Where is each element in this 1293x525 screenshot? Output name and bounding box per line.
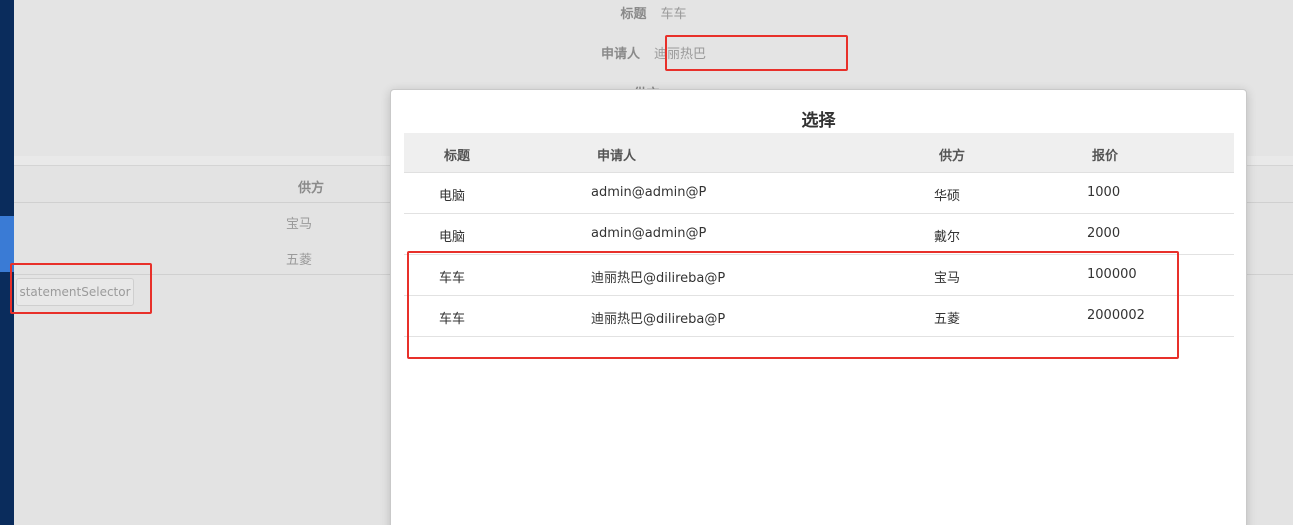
table-row[interactable]: 电脑 admin@admin@P 华硕 1000 [404,173,1234,214]
modal-title: 选择 [801,111,836,131]
cell-price: 2000 [1087,226,1121,241]
title-label: 标题 [620,6,647,22]
grid-header: 标题 申请人 供方 报价 [404,133,1234,173]
cell-title: 电脑 [439,230,466,245]
column-header-applicant[interactable]: 申请人 [597,145,636,164]
cell-title: 电脑 [439,189,466,204]
supplier-cell: 五菱 [286,253,313,268]
title-value: 车车 [660,6,687,22]
supplier-cell: 宝马 [286,217,313,232]
column-header-title[interactable]: 标题 [444,145,470,164]
rows-highlight [407,251,1179,359]
applicant-label: 申请人 [600,46,640,62]
title-row: 标题 车车 [14,0,1293,24]
cell-supplier: 华硕 [934,189,961,204]
button-highlight [10,263,152,314]
cell-applicant: admin@admin@P [591,185,707,200]
applicant-row: 申请人 迪丽热巴 [14,40,1293,64]
table-row[interactable]: 电脑 admin@admin@P 戴尔 2000 [404,214,1234,255]
cell-price: 1000 [1087,185,1121,200]
column-header-supplier[interactable]: 供方 [939,145,965,164]
cell-supplier: 戴尔 [934,230,961,245]
cell-applicant: admin@admin@P [591,226,707,241]
column-header-price[interactable]: 报价 [1092,145,1118,164]
applicant-highlight [665,35,848,71]
supplier-column-header: 供方 [298,181,325,196]
